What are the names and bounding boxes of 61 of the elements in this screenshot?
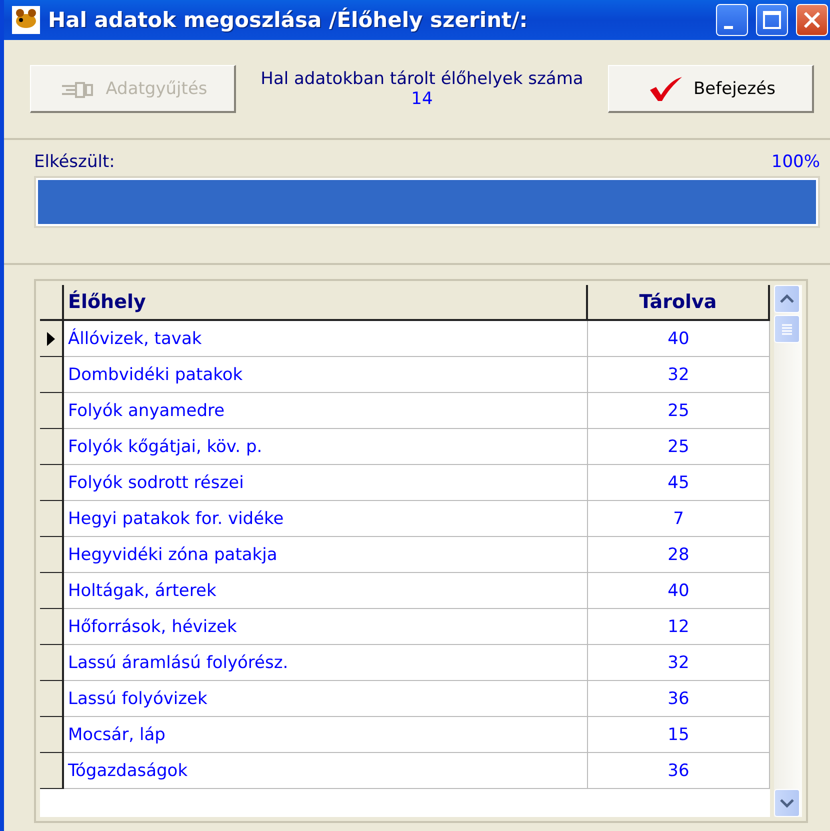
table-cell: Hegyvidéki zóna patakja: [64, 537, 588, 573]
table-cell: Lassú áramlású folyórész.: [64, 645, 588, 681]
progress-label: Elkészült:: [34, 152, 115, 172]
column-header[interactable]: Tárolva: [588, 285, 770, 321]
table-cell: Tógazdaságok: [64, 753, 588, 789]
caret-up-icon: [780, 294, 794, 304]
row-indicator[interactable]: [40, 609, 64, 645]
table-cell: Dombvidéki patakok: [64, 357, 588, 393]
table-cell: 7: [588, 501, 770, 537]
close-icon: [801, 9, 823, 31]
scroll-up-button[interactable]: [774, 285, 800, 313]
count-label: Hal adatokban tárolt élőhelyek száma: [260, 69, 584, 89]
table-cell: 15: [588, 717, 770, 753]
table-cell: 40: [588, 573, 770, 609]
table-cell: 36: [588, 681, 770, 717]
table-cell: Mocsár, láp: [64, 717, 588, 753]
table-cell: 36: [588, 753, 770, 789]
row-indicator[interactable]: [40, 573, 64, 609]
row-indicator[interactable]: [40, 645, 64, 681]
row-indicator[interactable]: [40, 393, 64, 429]
table-cell: 45: [588, 465, 770, 501]
table-cell: 32: [588, 357, 770, 393]
row-indicator[interactable]: [40, 717, 64, 753]
table-cell: Holtágak, árterek: [64, 573, 588, 609]
row-indicator[interactable]: [40, 465, 64, 501]
close-button[interactable]: [796, 4, 828, 36]
caret-down-icon: [780, 798, 794, 808]
scroll-down-button[interactable]: [774, 789, 800, 817]
row-indicator[interactable]: [40, 429, 64, 465]
pointer-icon: [46, 330, 56, 346]
scroll-thumb[interactable]: [774, 315, 800, 343]
row-indicator[interactable]: [40, 321, 64, 357]
table-cell: 25: [588, 393, 770, 429]
minimize-button[interactable]: [716, 4, 748, 36]
maximize-icon: [761, 9, 783, 31]
table-cell: 28: [588, 537, 770, 573]
scrollbar[interactable]: [774, 285, 802, 817]
table-cell: 12: [588, 609, 770, 645]
table-cell: Állóvizek, tavak: [64, 321, 588, 357]
grip-icon: [780, 322, 794, 336]
row-indicator[interactable]: [40, 681, 64, 717]
table-cell: 32: [588, 645, 770, 681]
table-cell: Hegyi patakok for. vidéke: [64, 501, 588, 537]
table-cell: Folyók sodrott részei: [64, 465, 588, 501]
table-cell: Lassú folyóvizek: [64, 681, 588, 717]
row-indicator[interactable]: [40, 537, 64, 573]
table-cell: 25: [588, 429, 770, 465]
table-cell: Folyók anyamedre: [64, 393, 588, 429]
table-cell: Folyók kőgátjai, köv. p.: [64, 429, 588, 465]
row-indicator[interactable]: [40, 753, 64, 789]
progress-reading: 100%: [771, 152, 820, 172]
table-cell: Hőforrások, hévizek: [64, 609, 588, 645]
minimize-icon: [724, 26, 732, 28]
window-title: Hal adatok megoszlása /Élőhely szerint/:: [48, 8, 529, 32]
maximize-button[interactable]: [756, 4, 788, 36]
count-value: 14: [411, 89, 433, 109]
column-header[interactable]: Élőhely: [64, 285, 588, 321]
row-indicator[interactable]: [40, 357, 64, 393]
table-cell: 40: [588, 321, 770, 357]
row-indicator[interactable]: [40, 501, 64, 537]
finish-button[interactable]: Befejezés: [608, 65, 814, 113]
